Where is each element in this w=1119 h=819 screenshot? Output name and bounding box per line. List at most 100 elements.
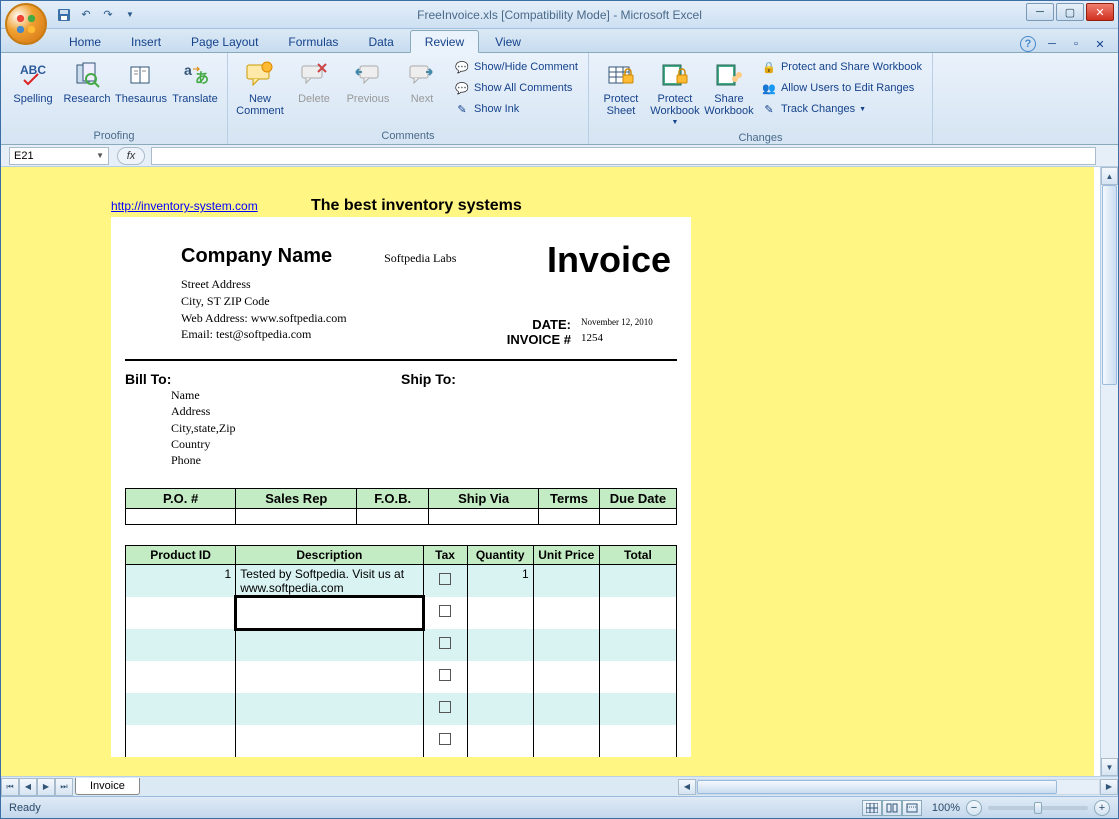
zoom-thumb[interactable] bbox=[1034, 802, 1042, 814]
inventory-link[interactable]: http://inventory-system.com bbox=[111, 199, 258, 213]
page-layout-view-icon[interactable] bbox=[882, 800, 902, 816]
tab-page-layout[interactable]: Page Layout bbox=[177, 31, 272, 52]
page-break-view-icon[interactable] bbox=[902, 800, 922, 816]
next-sheet-icon[interactable]: ▶ bbox=[37, 778, 55, 796]
translate-button[interactable]: aあTranslate bbox=[169, 55, 221, 109]
first-sheet-icon[interactable]: ⏮ bbox=[1, 778, 19, 796]
allow-users-button[interactable]: 👥Allow Users to Edit Ranges bbox=[757, 78, 926, 98]
name-box[interactable]: E21▼ bbox=[9, 147, 109, 165]
worksheet-area: http://inventory-system.com The best inv… bbox=[1, 167, 1118, 776]
new-comment-button[interactable]: New Comment bbox=[234, 55, 286, 121]
spelling-icon: ABC bbox=[17, 59, 49, 91]
protect-workbook-button[interactable]: Protect Workbook ▼ bbox=[649, 55, 701, 130]
svg-text:あ: あ bbox=[195, 70, 209, 86]
namebox-dropdown-icon[interactable]: ▼ bbox=[96, 151, 104, 160]
table-row[interactable] bbox=[126, 661, 677, 693]
undo-icon[interactable]: ↶ bbox=[77, 6, 95, 24]
zoom-out-button[interactable]: − bbox=[966, 800, 982, 816]
minimize-button[interactable]: ─ bbox=[1026, 3, 1054, 21]
tab-insert[interactable]: Insert bbox=[117, 31, 175, 52]
mdi-restore-icon[interactable]: ▫ bbox=[1068, 36, 1084, 52]
horizontal-scrollbar[interactable]: ◀ ▶ bbox=[678, 779, 1118, 795]
close-button[interactable]: ✕ bbox=[1086, 3, 1114, 21]
show-hide-comment-button[interactable]: 💬Show/Hide Comment bbox=[450, 57, 582, 77]
prev-sheet-icon[interactable]: ◀ bbox=[19, 778, 37, 796]
table-row[interactable] bbox=[126, 597, 677, 629]
group-comments: New Comment Delete Previous Next 💬Show/H… bbox=[228, 53, 589, 144]
vertical-scrollbar[interactable]: ▲ ▼ bbox=[1100, 167, 1118, 776]
sheet-tab-invoice[interactable]: Invoice bbox=[75, 778, 140, 795]
table-row[interactable] bbox=[126, 725, 677, 757]
dropdown-icon: ▼ bbox=[859, 106, 866, 113]
research-button[interactable]: Research bbox=[61, 55, 113, 109]
checkbox-icon[interactable] bbox=[439, 605, 451, 617]
mdi-minimize-icon[interactable]: ─ bbox=[1044, 36, 1060, 52]
scroll-thumb[interactable] bbox=[1102, 185, 1117, 385]
table-row[interactable] bbox=[126, 693, 677, 725]
track-changes-button[interactable]: ✎Track Changes ▼ bbox=[757, 99, 926, 119]
selected-cell[interactable] bbox=[236, 597, 423, 629]
next-comment-button[interactable]: Next bbox=[396, 55, 448, 109]
show-all-comments-button[interactable]: 💬Show All Comments bbox=[450, 78, 582, 98]
redo-icon[interactable]: ↷ bbox=[99, 6, 117, 24]
formula-bar: E21▼ fx bbox=[1, 145, 1118, 167]
normal-view-icon[interactable] bbox=[862, 800, 882, 816]
mdi-close-icon[interactable]: ✕ bbox=[1092, 36, 1108, 52]
svg-text:ABC: ABC bbox=[20, 63, 46, 77]
previous-comment-icon bbox=[352, 59, 384, 91]
checkbox-icon[interactable] bbox=[439, 637, 451, 649]
show-ink-button[interactable]: ✎Show Ink bbox=[450, 99, 582, 119]
protect-sheet-icon bbox=[605, 59, 637, 91]
table-row[interactable]: 1 Tested by Softpedia. Visit us at www.s… bbox=[126, 565, 677, 598]
save-icon[interactable] bbox=[55, 6, 73, 24]
checkbox-icon[interactable] bbox=[439, 701, 451, 713]
translate-icon: aあ bbox=[179, 59, 211, 91]
tab-review[interactable]: Review bbox=[410, 30, 479, 53]
zoom-in-button[interactable]: + bbox=[1094, 800, 1110, 816]
last-sheet-icon[interactable]: ⏭ bbox=[55, 778, 73, 796]
dropdown-icon: ▼ bbox=[671, 119, 678, 126]
zoom-level[interactable]: 100% bbox=[932, 802, 960, 814]
table-row[interactable] bbox=[126, 629, 677, 661]
bill-to-label: Bill To: bbox=[125, 371, 401, 387]
delete-comment-button[interactable]: Delete bbox=[288, 55, 340, 109]
invoice-meta: DATE:November 12, 2010 INVOICE #1254 bbox=[507, 317, 671, 347]
share-workbook-button[interactable]: Share Workbook bbox=[703, 55, 755, 121]
fx-icon[interactable]: fx bbox=[117, 147, 145, 165]
tab-home[interactable]: Home bbox=[55, 31, 115, 52]
maximize-button[interactable]: ▢ bbox=[1056, 3, 1084, 21]
previous-comment-button[interactable]: Previous bbox=[342, 55, 394, 109]
products-table: Product ID Description Tax Quantity Unit… bbox=[125, 545, 677, 757]
office-button[interactable] bbox=[5, 3, 47, 45]
scroll-up-icon[interactable]: ▲ bbox=[1101, 167, 1118, 185]
thesaurus-button[interactable]: Thesaurus bbox=[115, 55, 167, 109]
help-icon[interactable]: ? bbox=[1020, 36, 1036, 52]
qat-dropdown-icon[interactable]: ▼ bbox=[121, 6, 139, 24]
company-name-label: Company Name bbox=[181, 245, 381, 268]
checkbox-icon[interactable] bbox=[439, 573, 451, 585]
ink-icon: ✎ bbox=[454, 101, 470, 117]
window-controls: ─ ▢ ✕ bbox=[1026, 3, 1114, 21]
scroll-down-icon[interactable]: ▼ bbox=[1101, 758, 1118, 776]
group-changes: Protect Sheet Protect Workbook ▼ Share W… bbox=[589, 53, 933, 144]
checkbox-icon[interactable] bbox=[439, 669, 451, 681]
table-row[interactable] bbox=[126, 509, 677, 525]
quick-access-toolbar: ↶ ↷ ▼ bbox=[55, 6, 139, 24]
checkbox-icon[interactable] bbox=[439, 733, 451, 745]
protect-workbook-icon bbox=[659, 59, 691, 91]
zoom-slider[interactable] bbox=[988, 806, 1088, 810]
scroll-thumb[interactable] bbox=[697, 780, 1057, 794]
bill-ship-section: Bill To: Name Address City,state,Zip Cou… bbox=[111, 367, 691, 488]
tab-view[interactable]: View bbox=[481, 31, 535, 52]
scroll-left-icon[interactable]: ◀ bbox=[678, 779, 696, 795]
tab-data[interactable]: Data bbox=[354, 31, 407, 52]
scroll-right-icon[interactable]: ▶ bbox=[1100, 779, 1118, 795]
tab-formulas[interactable]: Formulas bbox=[274, 31, 352, 52]
protect-share-button[interactable]: 🔒Protect and Share Workbook bbox=[757, 57, 926, 77]
protect-sheet-button[interactable]: Protect Sheet bbox=[595, 55, 647, 121]
worksheet[interactable]: http://inventory-system.com The best inv… bbox=[1, 167, 1100, 776]
formula-input[interactable] bbox=[151, 147, 1096, 165]
spelling-button[interactable]: ABCSpelling bbox=[7, 55, 59, 109]
share-workbook-icon bbox=[713, 59, 745, 91]
ship-to-label: Ship To: bbox=[401, 371, 677, 387]
